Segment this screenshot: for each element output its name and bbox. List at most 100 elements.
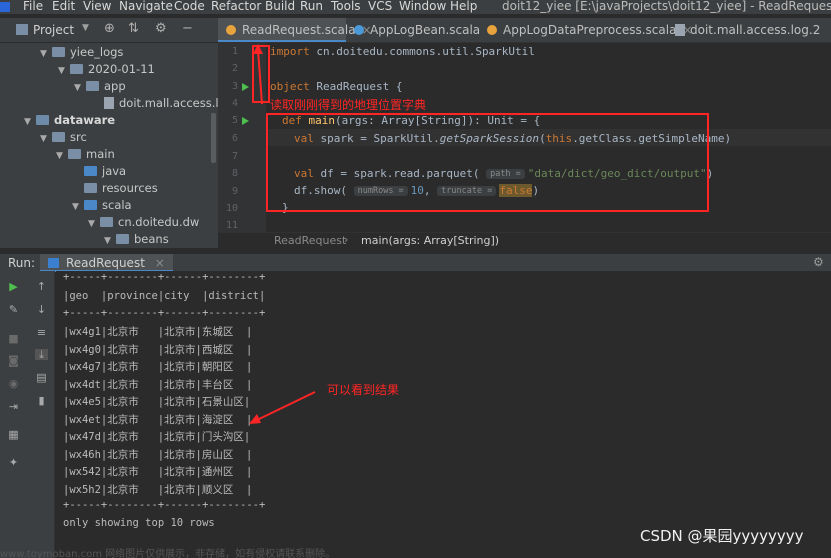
project-panel-label[interactable]: Project bbox=[33, 23, 74, 37]
tab-label: AppLogBean.scala bbox=[370, 23, 481, 37]
tree-item-label: main bbox=[86, 147, 115, 161]
line-number: 7 bbox=[231, 151, 238, 162]
chevron-down-icon: ▼ bbox=[74, 83, 81, 93]
run-tab-label: ReadRequest bbox=[66, 256, 145, 270]
console-line: |geo |province|city |district| bbox=[63, 290, 266, 302]
console-line: |wx4e5|北京市 |北京市|石景山区| bbox=[63, 396, 251, 408]
tree-item-label: cn.doitedu.dw bbox=[118, 215, 200, 229]
tab-label: doit.mall.access.log.2 bbox=[690, 23, 821, 37]
console-line: +-----+--------+------+--------+ bbox=[63, 271, 266, 283]
tree-item-main[interactable]: ▼ main bbox=[56, 147, 115, 164]
rerun-icon[interactable]: ▶ bbox=[7, 281, 20, 292]
window-title: doit12_yiee [E:\javaProjects\doit12_yiee… bbox=[502, 0, 831, 13]
soft-wrap-icon[interactable]: ≡ bbox=[35, 327, 48, 338]
chevron-right-icon: ▼ bbox=[104, 236, 111, 246]
project-tree: ▼ yiee_logs ▼ 2020-01-11 ▼ app doit.mall.ac… bbox=[0, 43, 218, 248]
run-toolbar-secondary: ↑ ↓ ≡ ⤓ ▤ ▮ bbox=[29, 271, 55, 558]
tree-item-app[interactable]: ▼ app bbox=[74, 79, 126, 96]
tree-scrollbar[interactable] bbox=[211, 113, 216, 163]
tree-item-package[interactable]: ▼ cn.doitedu.dw bbox=[88, 215, 199, 232]
tree-item-resources[interactable]: resources bbox=[84, 181, 158, 198]
folder-icon bbox=[70, 64, 83, 74]
file-icon bbox=[104, 97, 114, 109]
source-folder-icon bbox=[84, 200, 97, 210]
chevron-down-icon[interactable]: ▼ bbox=[82, 23, 89, 33]
tree-item-date[interactable]: ▼ 2020-01-11 bbox=[58, 62, 155, 79]
tree-item-label: dataware bbox=[54, 113, 116, 127]
project-folder-icon bbox=[16, 24, 28, 35]
module-icon bbox=[36, 115, 49, 125]
menu-navigate[interactable]: Navigate bbox=[119, 0, 173, 13]
tab-access-log[interactable]: doit.mall.access.log.2 bbox=[667, 18, 831, 42]
console-line: |wx46h|北京市 |北京市|房山区 | bbox=[63, 449, 253, 461]
menu-window[interactable]: Window bbox=[399, 0, 446, 13]
console-line: |wx4g0|北京市 |北京市|西城区 | bbox=[63, 344, 253, 356]
run-gutter-icon[interactable] bbox=[242, 117, 249, 125]
gear-icon[interactable]: ⚙ bbox=[155, 21, 167, 36]
tab-applogdatapreprocess[interactable]: AppLogDataPreprocess.scala × bbox=[479, 18, 693, 42]
csdn-watermark: CSDN @果园yyyyyyyy bbox=[640, 527, 804, 545]
line-number: 1 bbox=[231, 46, 238, 57]
tab-applogbean[interactable]: AppLogBean.scala× bbox=[346, 18, 496, 42]
scroll-to-end-icon[interactable]: ⤓ bbox=[35, 349, 48, 360]
trash-icon[interactable]: ▮ bbox=[35, 395, 48, 406]
layout-icon[interactable]: ▦ bbox=[7, 429, 20, 440]
chevron-down-icon: ▼ bbox=[72, 202, 79, 212]
annotation-read-dict: 读取刚刚得到的地理位置字典 bbox=[270, 98, 427, 112]
code-line-1: import cn.doitedu.commons.util.SparkUtil bbox=[270, 45, 535, 58]
tree-item-yiee-logs[interactable]: ▼ yiee_logs bbox=[40, 45, 123, 62]
tree-item-label: java bbox=[102, 164, 127, 178]
menu-vcs[interactable]: VCS bbox=[368, 0, 392, 13]
locate-icon[interactable]: ⊕ bbox=[104, 21, 115, 36]
tree-item-scala[interactable]: ▼ scala bbox=[72, 198, 132, 215]
line-number: 6 bbox=[231, 133, 238, 144]
print-icon[interactable]: ▤ bbox=[35, 372, 48, 383]
menu-file[interactable]: File bbox=[23, 0, 43, 13]
arrow-up-icon[interactable]: ↑ bbox=[35, 281, 48, 292]
camera-icon[interactable]: ◙ bbox=[7, 355, 20, 366]
line-number: 2 bbox=[231, 63, 238, 74]
menu-help[interactable]: Help bbox=[450, 0, 477, 13]
tree-item-log-file[interactable]: doit.mall.access.log. bbox=[104, 96, 218, 113]
menu-refactor[interactable]: Refactor bbox=[211, 0, 261, 13]
collapse-icon[interactable]: ⇅ bbox=[128, 21, 139, 36]
menu-edit[interactable]: Edit bbox=[52, 0, 75, 13]
tree-item-label: resources bbox=[102, 181, 158, 195]
run-tab-readrequest[interactable]: ReadRequest × bbox=[40, 254, 173, 272]
menu-view[interactable]: View bbox=[83, 0, 111, 13]
editor-tabs: ReadRequest.scala× AppLogBean.scala× App… bbox=[218, 18, 831, 43]
menu-run[interactable]: Run bbox=[300, 0, 323, 13]
gear-icon[interactable]: ⚙ bbox=[813, 255, 824, 269]
run-toolbar-primary: ▶ ✎ ■ ◙ ◉ ⇥ ▦ ✦ bbox=[0, 271, 29, 558]
dump-icon[interactable]: ◉ bbox=[7, 378, 20, 389]
pin-icon[interactable]: ✦ bbox=[7, 457, 20, 468]
tree-item-label: app bbox=[104, 79, 126, 93]
tree-item-java[interactable]: java bbox=[84, 164, 126, 181]
line-number: 5 bbox=[231, 115, 238, 126]
chevron-down-icon: ▼ bbox=[24, 117, 31, 127]
menu-build[interactable]: Build bbox=[265, 0, 295, 13]
folder-icon bbox=[86, 81, 99, 91]
tree-item-src[interactable]: ▼ src bbox=[40, 130, 87, 147]
menu-code[interactable]: Code bbox=[174, 0, 205, 13]
line-number: 3 bbox=[231, 81, 238, 92]
minimize-icon[interactable]: − bbox=[182, 21, 193, 36]
chevron-down-icon: ▼ bbox=[88, 219, 95, 229]
file-icon bbox=[675, 24, 685, 36]
scala-class-icon bbox=[354, 25, 364, 35]
breadcrumb-object[interactable]: ReadRequest bbox=[274, 234, 346, 247]
breadcrumb-method[interactable]: main(args: Array[String]) bbox=[361, 234, 499, 247]
scala-object-icon bbox=[487, 25, 497, 35]
tree-item-beans[interactable]: ▼ beans bbox=[104, 232, 169, 248]
close-icon[interactable]: × bbox=[155, 256, 165, 270]
wrench-icon[interactable]: ✎ bbox=[7, 304, 20, 315]
folder-icon bbox=[68, 149, 81, 159]
run-console-output[interactable]: +-----+--------+------+--------+ |geo |p… bbox=[56, 271, 831, 558]
stop-icon[interactable]: ■ bbox=[7, 333, 20, 344]
arrow-down-icon[interactable]: ↓ bbox=[35, 304, 48, 315]
annotation-code-box bbox=[266, 113, 709, 212]
exit-icon[interactable]: ⇥ bbox=[7, 401, 20, 412]
menu-tools[interactable]: Tools bbox=[331, 0, 361, 13]
tab-readrequest[interactable]: ReadRequest.scala × bbox=[218, 18, 372, 42]
tree-item-dataware[interactable]: ▼ dataware bbox=[24, 113, 115, 130]
